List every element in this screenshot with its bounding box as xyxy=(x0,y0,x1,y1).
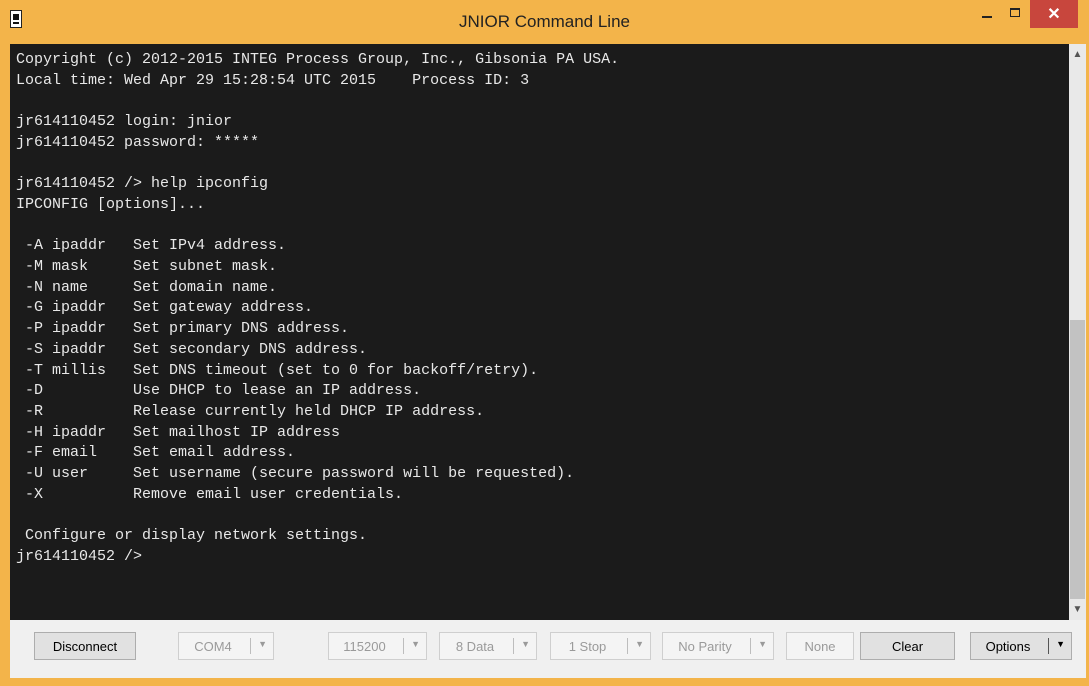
scroll-up-icon[interactable]: ▲ xyxy=(1069,46,1086,63)
divider xyxy=(403,638,404,654)
terminal-console[interactable]: Copyright (c) 2012-2015 INTEG Process Gr… xyxy=(10,44,1069,620)
close-button[interactable]: ✕ xyxy=(1030,0,1078,28)
jnior-command-line-window: JNIOR Command Line ✕ Copyright (c) 2012-… xyxy=(0,0,1089,686)
close-icon: ✕ xyxy=(1047,6,1061,23)
parity-select[interactable]: No Parity ▼ xyxy=(662,632,774,660)
flow-control-label: None xyxy=(804,639,836,654)
chevron-down-icon: ▼ xyxy=(521,639,530,649)
divider xyxy=(250,638,251,654)
port-select[interactable]: COM4 ▼ xyxy=(178,632,274,660)
window-border xyxy=(0,678,1089,686)
baud-rate-value: 115200 xyxy=(343,639,386,654)
maximize-icon xyxy=(1010,8,1020,17)
options-button[interactable]: Options ▼ xyxy=(970,632,1072,660)
divider xyxy=(750,638,751,654)
stop-bits-select[interactable]: 1 Stop ▼ xyxy=(550,632,651,660)
chevron-down-icon: ▼ xyxy=(758,639,767,649)
minimize-icon xyxy=(982,16,992,18)
clear-label: Clear xyxy=(891,639,924,654)
divider xyxy=(627,638,628,654)
chevron-down-icon: ▼ xyxy=(635,639,644,649)
flow-control-button[interactable]: None xyxy=(786,632,854,660)
minimize-button[interactable] xyxy=(973,0,1001,28)
stop-bits-value: 1 Stop xyxy=(568,639,607,654)
vertical-scrollbar[interactable]: ▲ ▼ xyxy=(1069,44,1086,620)
window-title: JNIOR Command Line xyxy=(458,12,630,31)
divider xyxy=(513,638,514,654)
port-value: COM4 xyxy=(194,639,232,654)
scrollbar-thumb[interactable] xyxy=(1070,320,1085,599)
chevron-down-icon: ▼ xyxy=(411,639,420,649)
maximize-button[interactable] xyxy=(1001,0,1030,28)
options-label: Options xyxy=(985,639,1031,654)
chevron-down-icon: ▼ xyxy=(258,639,267,649)
parity-value: No Parity xyxy=(678,639,732,654)
chevron-down-icon[interactable]: ▼ xyxy=(1056,639,1065,649)
disconnect-button[interactable]: Disconnect xyxy=(34,632,136,660)
connection-toolbar: Disconnect COM4 ▼ 115200 ▼ 8 Data ▼ 1 St… xyxy=(10,620,1086,678)
terminal-output[interactable]: Copyright (c) 2012-2015 INTEG Process Gr… xyxy=(16,50,619,568)
disconnect-label: Disconnect xyxy=(52,639,118,654)
title-bar[interactable]: JNIOR Command Line ✕ xyxy=(0,0,1089,44)
scroll-down-icon[interactable]: ▼ xyxy=(1069,601,1086,618)
divider xyxy=(1048,638,1049,654)
data-bits-select[interactable]: 8 Data ▼ xyxy=(439,632,537,660)
baud-rate-select[interactable]: 115200 ▼ xyxy=(328,632,427,660)
data-bits-value: 8 Data xyxy=(455,639,495,654)
clear-button[interactable]: Clear xyxy=(860,632,955,660)
